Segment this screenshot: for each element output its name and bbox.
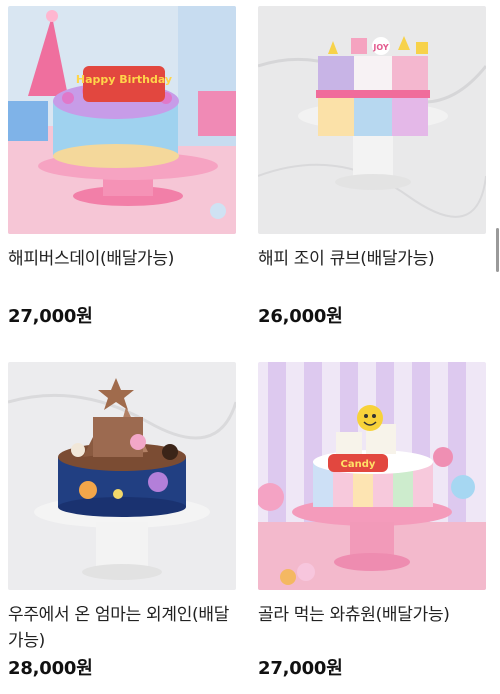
vertical-scrollbar[interactable]: [496, 228, 499, 272]
product-image[interactable]: Happy Birthday: [8, 6, 236, 234]
happy-birthday-cake-image: Happy Birthday: [8, 6, 236, 234]
product-image[interactable]: [8, 362, 236, 590]
product-name[interactable]: 골라 먹는 와츄원(배달가능): [258, 602, 490, 628]
happy-joy-cube-cake-image: JOY: [258, 6, 486, 234]
product-grid: Happy Birthday 해피버스데이(배달가능) 27,000원 JOY …: [0, 0, 500, 694]
product-card[interactable]: JOY 해피 조이 큐브(배달가능) 26,000원: [258, 6, 486, 327]
cake-topper-text: JOY: [372, 43, 388, 52]
product-image[interactable]: JOY: [258, 6, 486, 234]
product-name[interactable]: 우주에서 온 엄마는 외계인(배달가능): [8, 602, 240, 654]
cake-topper-text: Candy: [341, 459, 376, 470]
cake-topper-text: Happy Birthday: [76, 73, 172, 86]
product-card[interactable]: Happy Birthday 해피버스데이(배달가능) 27,000원: [8, 6, 236, 327]
whatchu-one-cake-image: Candy: [258, 362, 486, 590]
product-card[interactable]: Candy 골라 먹는 와츄원(배달가능) 27,000원: [258, 362, 486, 679]
product-price: 28,000원: [8, 658, 93, 679]
product-name[interactable]: 해피버스데이(배달가능): [8, 246, 240, 272]
product-price: 26,000원: [258, 306, 343, 327]
product-price: 27,000원: [258, 658, 343, 679]
product-price: 27,000원: [8, 306, 93, 327]
product-image[interactable]: Candy: [258, 362, 486, 590]
space-mom-alien-cake-image: [8, 362, 236, 590]
product-card[interactable]: 우주에서 온 엄마는 외계인(배달가능) 28,000원: [8, 362, 236, 679]
product-name[interactable]: 해피 조이 큐브(배달가능): [258, 246, 490, 272]
